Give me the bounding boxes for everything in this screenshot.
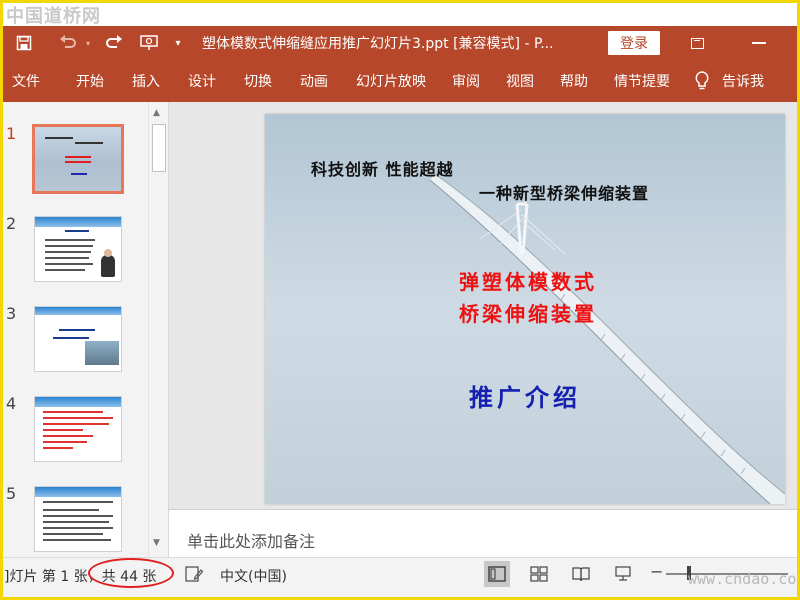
- annotation-circle: [88, 558, 174, 588]
- slide-title-line-2: 桥梁伸缩装置: [459, 302, 597, 326]
- undo-icon[interactable]: [54, 26, 82, 60]
- tab-transitions[interactable]: 切换: [244, 60, 272, 102]
- tab-file[interactable]: 文件: [12, 60, 40, 102]
- slide-intro: 推广介绍: [469, 383, 581, 412]
- slide-subtitle: 一种新型桥梁伸缩装置: [479, 184, 650, 203]
- language-indicator[interactable]: 中文(中国): [220, 566, 287, 586]
- undo-dropdown-icon[interactable]: ▾: [82, 26, 94, 60]
- notes-placeholder[interactable]: 单击此处添加备注: [187, 528, 315, 552]
- notes-pane[interactable]: 单击此处添加备注: [168, 509, 798, 557]
- notes-icon[interactable]: [184, 564, 204, 584]
- lightbulb-icon[interactable]: [692, 70, 712, 92]
- tell-me-search[interactable]: 告诉我: [722, 60, 764, 102]
- status-bar: ]灯片 第 1 张，共 44 张 中文(中国) − www.cndao.com: [0, 557, 800, 600]
- slide-thumbnails-pane: 1 2 3 4 5: [0, 102, 148, 557]
- customize-toolbar-icon[interactable]: ▾: [170, 26, 186, 60]
- tab-animations[interactable]: 动画: [300, 60, 328, 102]
- ribbon-display-options-icon[interactable]: [684, 32, 710, 54]
- login-button[interactable]: 登录: [608, 31, 660, 55]
- tab-storyboard[interactable]: 情节提要: [614, 60, 670, 102]
- slide-slogan: 科技创新 性能超越: [311, 160, 454, 179]
- reading-view-icon[interactable]: [568, 561, 594, 587]
- zoom-out-button[interactable]: −: [650, 562, 663, 581]
- current-slide[interactable]: 科技创新 性能超越 一种新型桥梁伸缩装置 弹塑体模数式 桥梁伸缩装置 推广介绍: [265, 114, 785, 504]
- slide-editing-area: 科技创新 性能超越 一种新型桥梁伸缩装置 弹塑体模数式 桥梁伸缩装置 推广介绍: [168, 102, 798, 509]
- slide-title-line-1: 弹塑体模数式: [459, 270, 597, 294]
- top-strip: [0, 0, 800, 26]
- slide-thumbnail[interactable]: [34, 396, 122, 462]
- watermark-logo: 中国道桥网: [6, 6, 101, 27]
- scroll-down-icon[interactable]: ▼: [153, 538, 160, 548]
- watermark-url: www.cndao.com: [688, 570, 800, 588]
- slide-thumbnail[interactable]: [34, 306, 122, 372]
- ribbon-tabs: 文件 开始 插入 设计 切换 动画 幻灯片放映 审阅 视图 帮助 情节提要 告诉…: [0, 60, 800, 102]
- thumbnails-scrollbar[interactable]: ▲ ▼: [148, 102, 168, 557]
- tab-home[interactable]: 开始: [76, 60, 104, 102]
- tab-design[interactable]: 设计: [188, 60, 216, 102]
- scroll-up-icon[interactable]: ▲: [153, 108, 160, 118]
- tab-view[interactable]: 视图: [506, 60, 534, 102]
- redo-icon[interactable]: [100, 26, 128, 60]
- tab-insert[interactable]: 插入: [132, 60, 160, 102]
- tab-slideshow[interactable]: 幻灯片放映: [356, 60, 426, 102]
- document-title: 塑体模数式伸缩缝应用推广幻灯片3.ppt [兼容模式] - P...: [202, 36, 554, 52]
- slide-thumbnail[interactable]: [32, 124, 124, 194]
- slide-number: 5: [6, 484, 17, 503]
- normal-view-icon[interactable]: [484, 561, 510, 587]
- slide-number: 4: [6, 394, 17, 413]
- slide-number: 2: [6, 214, 17, 233]
- tab-review[interactable]: 审阅: [452, 60, 480, 102]
- present-from-start-icon[interactable]: [136, 26, 164, 60]
- slide-number: 1: [6, 124, 17, 143]
- slide-thumbnail[interactable]: [34, 216, 122, 282]
- slide-number: 3: [6, 304, 17, 323]
- slideshow-icon[interactable]: [610, 561, 636, 587]
- slide-sorter-icon[interactable]: [526, 561, 552, 587]
- save-icon[interactable]: [10, 26, 38, 60]
- slide-thumbnail[interactable]: [34, 486, 122, 552]
- scrollbar-thumb[interactable]: [152, 124, 166, 172]
- minimize-button[interactable]: [752, 42, 766, 44]
- title-bar: ▾ ▾ 塑体模数式伸缩缝应用推广幻灯片3.ppt [兼容模式] - P... 登…: [0, 26, 800, 60]
- tab-help[interactable]: 帮助: [560, 60, 588, 102]
